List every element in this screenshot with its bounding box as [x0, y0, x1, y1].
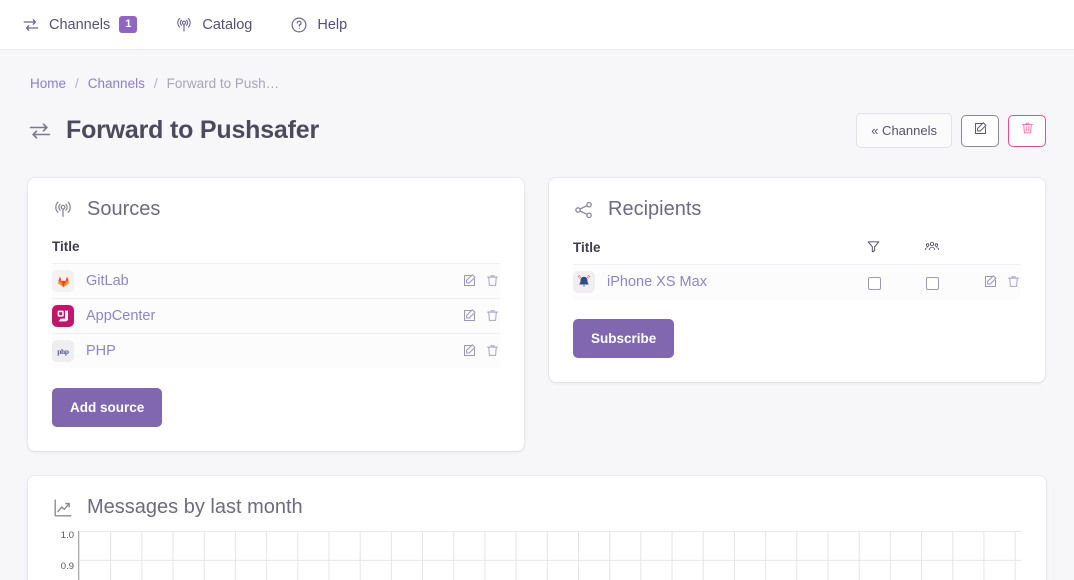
nav-item-help[interactable]: Help [290, 16, 347, 34]
recipients-table-header-row: Title [573, 239, 1021, 265]
line-chart-icon [52, 497, 74, 519]
breadcrumb-current: Forward to Push… [166, 76, 280, 91]
chart-y-axis: 1.0 0.9 0.8 0.7 0.6 0.5 0.4 0.3 0.2 [52, 531, 78, 580]
back-to-channels-button[interactable]: « Channels [856, 113, 952, 148]
bell-ringing-icon [573, 271, 595, 294]
share-nodes-icon [573, 199, 595, 221]
delete-source-button[interactable] [485, 273, 500, 289]
breadcrumb-separator: / [153, 76, 158, 91]
sources-table-header-row: Title [52, 239, 500, 264]
trash-icon [1020, 120, 1035, 141]
nav-item-channels[interactable]: Channels 1 [22, 16, 138, 34]
recipients-card-header: Recipients [573, 198, 1021, 221]
table-row[interactable]: AppCenter [52, 298, 500, 334]
breadcrumb: Home / Channels / Forward to Push… [28, 50, 1046, 91]
sources-column-title: Title [52, 239, 80, 254]
nav-label-help: Help [317, 16, 348, 33]
appcenter-logo [52, 305, 74, 327]
table-row[interactable]: php PHP [52, 333, 500, 368]
add-source-button[interactable]: Add source [52, 388, 163, 427]
nav-label-catalog: Catalog [202, 16, 253, 33]
nav-item-catalog[interactable]: Catalog [175, 16, 252, 34]
source-name[interactable]: GitLab [86, 273, 129, 289]
edit-recipient-button[interactable] [983, 274, 998, 290]
source-name[interactable]: AppCenter [86, 308, 155, 324]
source-name[interactable]: PHP [86, 343, 116, 359]
catalog-icon [175, 16, 193, 34]
table-row[interactable]: iPhone XS Max [573, 264, 1021, 300]
broadcast-icon [52, 199, 74, 221]
messages-chart-card: Messages by last month 1.0 0.9 0.8 0.7 0… [28, 476, 1046, 580]
delete-recipient-button[interactable] [1006, 274, 1021, 290]
chart-card-header: Messages by last month [52, 496, 1022, 519]
sources-card: Sources Title GitLab AppCenter php PHP A… [28, 178, 524, 451]
chart-card-title: Messages by last month [87, 496, 303, 518]
delete-channel-button[interactable] [1008, 114, 1046, 147]
forward-arrows-icon [28, 119, 52, 143]
sources-table: Title GitLab AppCenter php PHP [52, 239, 500, 368]
edit-source-button[interactable] [462, 273, 477, 289]
help-icon [290, 16, 308, 34]
y-tick: 1.0 [60, 530, 74, 541]
page-actions: « Channels [856, 113, 1046, 148]
breadcrumb-separator: / [75, 76, 79, 91]
top-navigation-bar: Channels 1 Catalog Help [0, 0, 1074, 50]
cards-row: Sources Title GitLab AppCenter php PHP A… [28, 178, 1046, 451]
filter-funnel-icon [866, 239, 882, 255]
recipients-card: Recipients Title iPhone XS Max Subscribe [549, 178, 1045, 383]
recipients-column-title: Title [573, 239, 601, 255]
gitlab-logo [52, 270, 74, 292]
page-container: Home / Channels / Forward to Push… Forwa… [0, 50, 1074, 580]
recipients-column-filter [845, 239, 903, 265]
recipients-table: Title iPhone XS Max [573, 239, 1021, 300]
breadcrumb-channels[interactable]: Channels [88, 76, 145, 91]
delete-source-button[interactable] [485, 308, 500, 324]
page-title-group: Forward to Pushsafer [28, 116, 319, 145]
chart-grid [78, 531, 1022, 580]
nav-label-channels: Channels [49, 16, 111, 33]
subscribe-button[interactable]: Subscribe [573, 319, 675, 359]
sources-card-header: Sources [52, 198, 500, 221]
page-title: Forward to Pushsafer [66, 116, 319, 144]
edit-source-button[interactable] [462, 343, 477, 359]
edit-source-button[interactable] [462, 308, 477, 324]
users-group-icon [924, 239, 940, 255]
page-header: Forward to Pushsafer « Channels [28, 113, 1046, 148]
edit-channel-button[interactable] [961, 114, 999, 147]
channels-icon [22, 16, 40, 34]
breadcrumb-home[interactable]: Home [30, 76, 66, 91]
recipients-card-title: Recipients [608, 198, 702, 220]
recipient-filter-checkbox[interactable] [867, 277, 881, 291]
php-logo: php [52, 340, 74, 362]
sources-card-title: Sources [87, 198, 161, 220]
delete-source-button[interactable] [485, 343, 500, 359]
edit-square-icon [973, 121, 988, 141]
chart-plot-area: 1.0 0.9 0.8 0.7 0.6 0.5 0.4 0.3 0.2 [52, 531, 1022, 580]
recipient-group-checkbox[interactable] [925, 277, 939, 291]
y-tick: 0.9 [60, 561, 74, 573]
table-row[interactable]: GitLab [52, 263, 500, 299]
channels-count-badge: 1 [119, 16, 138, 33]
recipients-column-group [903, 239, 961, 265]
recipient-name[interactable]: iPhone XS Max [607, 274, 707, 290]
